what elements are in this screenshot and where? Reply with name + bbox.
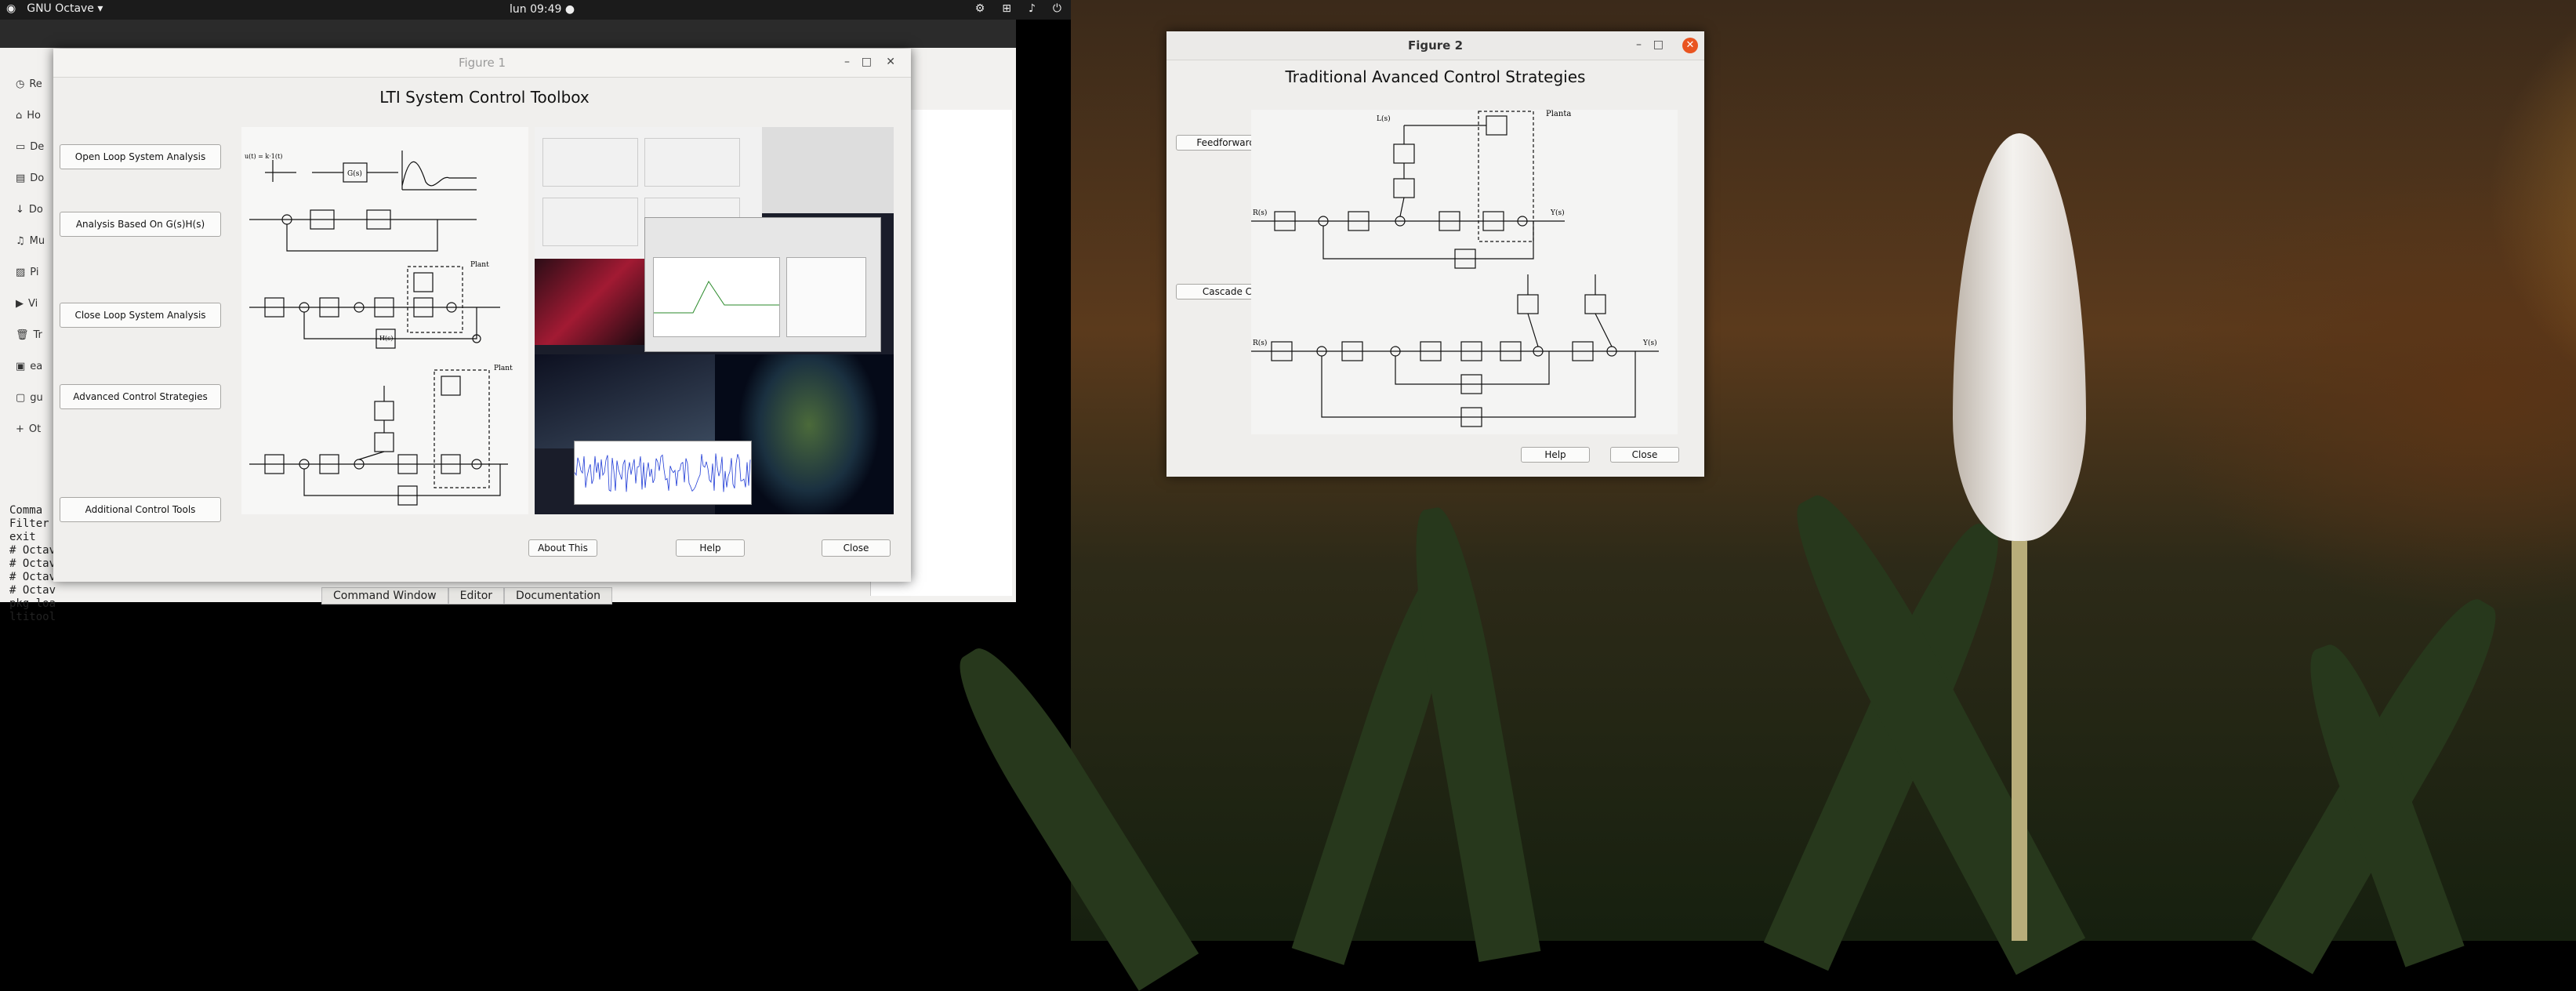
sidebar-item[interactable]: ▤ Do <box>0 162 55 194</box>
figure1-heading: LTI System Control Toolbox <box>379 88 590 107</box>
system-top-bar: ◉ GNU Octave ▾ lun 09:49 ● ⚙ ⊞ ♪ ⏻ <box>0 0 1071 20</box>
trash-icon: 🗑 <box>16 329 29 341</box>
history-line[interactable]: # Octav <box>9 571 56 584</box>
history-line[interactable]: ltitool <box>9 611 56 624</box>
history-line[interactable]: # Octav <box>9 557 56 571</box>
plant-label-2: Plant <box>494 365 513 372</box>
planta-label: Planta <box>1546 110 1571 118</box>
octave-toolbar <box>0 20 1016 48</box>
tab-documentation[interactable]: Documentation <box>504 587 612 604</box>
additional-tools-button[interactable]: Additional Control Tools <box>60 497 221 522</box>
history-line[interactable]: # Octav <box>9 584 56 597</box>
plus-icon: + <box>16 423 24 435</box>
block-diagrams-panel: u(t) = k·1(t) G(s) Plant Plant H(s) <box>241 127 528 514</box>
sidebar-item[interactable]: ◷ Re <box>0 68 55 100</box>
sidebar-item[interactable]: 🗑 Tr <box>0 319 55 350</box>
collage-satellite-image <box>535 354 715 448</box>
sidebar-item[interactable]: ⌂ Ho <box>0 100 55 131</box>
help-button[interactable]: Help <box>676 539 745 557</box>
settings-icon[interactable]: ⚙ <box>975 2 985 15</box>
bottom-tabs: Command Window Editor Documentation <box>321 587 612 604</box>
screenshots-collage <box>535 127 894 514</box>
plant-label-1: Plant <box>470 261 489 269</box>
figure2-window: Figure 2 – □ ✕ Traditional Avanced Contr… <box>1166 31 1704 477</box>
figure2-title: Figure 2 <box>1407 38 1464 53</box>
l-label: L(s) <box>1377 114 1391 123</box>
collage-toolbox-screenshot <box>644 217 881 352</box>
collage-red-image <box>535 259 644 345</box>
drive-icon: ▣ <box>16 360 26 372</box>
file-browser-sidebar: ◷ Re ⌂ Ho ▭ De ▤ Do ↓ Do ♫ Mu ▨ Pi ▶ Vi 🗑 Tr ▣ ea … <box>0 68 55 539</box>
history-line[interactable]: exit <box>9 531 56 544</box>
figure1-window: Figure 1 – □ ✕ LTI System Control Toolbo… <box>53 49 911 582</box>
maximize-icon[interactable]: □ <box>1653 38 1664 51</box>
music-icon: ♫ <box>16 234 25 247</box>
desktop-icon: ▭ <box>16 140 26 153</box>
pictures-icon: ▨ <box>16 266 26 278</box>
minimize-icon[interactable]: – <box>844 56 850 68</box>
y-label-2: Y(s) <box>1642 339 1657 347</box>
control-strategies-diagram: Planta R(s) Y(s) L(s) R(s) Y(s) <box>1251 110 1678 434</box>
document-icon: ▤ <box>16 172 26 184</box>
download-icon: ↓ <box>16 203 24 216</box>
clock[interactable]: lun 09:49 ● <box>510 3 575 16</box>
video-icon: ▶ <box>16 297 24 310</box>
r-label-1: R(s) <box>1253 209 1267 217</box>
sidebar-item[interactable]: ▶ Vi <box>0 288 55 319</box>
sidebar-item[interactable]: ▣ ea <box>0 350 55 382</box>
sidebar-item[interactable]: ▭ De <box>0 131 55 162</box>
close-loop-analysis-button[interactable]: Close Loop System Analysis <box>60 303 221 328</box>
close-button[interactable]: Close <box>822 539 891 557</box>
app-name: GNU Octave <box>27 2 94 15</box>
y-label-1: Y(s) <box>1550 209 1565 217</box>
minimize-icon[interactable]: – <box>1636 38 1642 51</box>
g-label: G(s) <box>347 169 362 178</box>
advanced-control-button[interactable]: Advanced Control Strategies <box>60 384 221 409</box>
sidebar-item[interactable]: ↓ Do <box>0 194 55 225</box>
collage-signal-plot <box>574 441 752 505</box>
sidebar-item[interactable]: ▨ Pi <box>0 256 55 288</box>
history-line[interactable]: # Octav <box>9 544 56 557</box>
h-label: H(s) <box>379 335 393 342</box>
clock-icon: ◷ <box>16 78 25 90</box>
figure2-titlebar: Figure 2 – □ ✕ <box>1166 31 1704 60</box>
power-icon[interactable]: ⏻ <box>1053 2 1061 15</box>
gh-analysis-button[interactable]: Analysis Based On G(s)H(s) <box>60 212 221 237</box>
figure2-heading: Traditional Avanced Control Strategies <box>1285 67 1586 86</box>
maximize-icon[interactable]: □ <box>862 56 872 68</box>
figure1-titlebar: Figure 1 – □ ✕ <box>53 49 911 78</box>
filter-label: Filter <box>9 517 49 530</box>
step-label: u(t) = k·1(t) <box>245 153 282 160</box>
tab-command-window[interactable]: Command Window <box>321 587 448 604</box>
open-loop-analysis-button[interactable]: Open Loop System Analysis <box>60 144 221 169</box>
app-menu[interactable]: GNU Octave ▾ <box>27 2 103 15</box>
command-history: Comma Filter exit # Octav # Octav # Octa… <box>9 504 56 624</box>
close-icon[interactable]: ✕ <box>1682 38 1698 53</box>
network-icon[interactable]: ⊞ <box>1002 2 1011 15</box>
home-icon: ⌂ <box>16 109 23 122</box>
crocus-flower <box>1953 133 2086 541</box>
close-icon[interactable]: ✕ <box>886 56 895 68</box>
history-line[interactable]: pkg loa <box>9 597 56 611</box>
volume-icon[interactable]: ♪ <box>1029 2 1036 15</box>
help-button[interactable]: Help <box>1521 447 1590 463</box>
close-button[interactable]: Close <box>1610 447 1679 463</box>
about-button[interactable]: About This <box>528 539 597 557</box>
sidebar-item[interactable]: + Ot <box>0 413 55 445</box>
sidebar-item[interactable]: ▢ gu <box>0 382 55 413</box>
folder-icon: ▢ <box>16 391 26 404</box>
r-label-2: R(s) <box>1253 339 1267 347</box>
sidebar-item[interactable]: ♫ Mu <box>0 225 55 256</box>
command-label: Comma <box>9 504 43 517</box>
activities-icon[interactable]: ◉ <box>6 2 16 15</box>
tab-editor[interactable]: Editor <box>448 587 505 604</box>
figure1-title: Figure 1 <box>458 56 506 70</box>
flower-stem <box>2012 541 2027 941</box>
